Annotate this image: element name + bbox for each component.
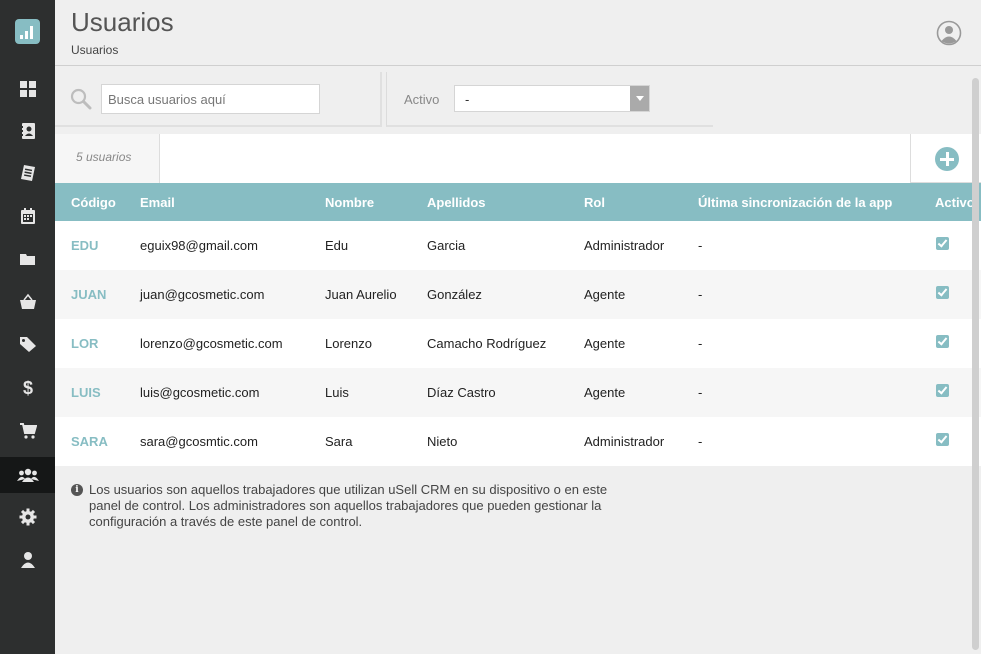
sidebar: $ bbox=[0, 0, 55, 654]
chevron-down-icon[interactable] bbox=[630, 86, 649, 111]
column-header-name[interactable]: Nombre bbox=[325, 195, 374, 210]
table-row[interactable]: LOR lorenzo@gcosmetic.com Lorenzo Camach… bbox=[55, 319, 981, 368]
sidebar-item-users[interactable] bbox=[0, 457, 55, 493]
folder-icon bbox=[19, 254, 35, 265]
active-filter-value: - bbox=[465, 92, 470, 107]
info-text: Los usuarios son aquellos trabajadores q… bbox=[89, 482, 608, 529]
add-user-button[interactable] bbox=[935, 147, 959, 171]
user-role: Administrador bbox=[584, 434, 665, 449]
sidebar-item-contacts[interactable] bbox=[0, 113, 55, 149]
breadcrumb[interactable]: Usuarios bbox=[71, 43, 118, 57]
active-checkbox[interactable] bbox=[936, 237, 949, 250]
active-filter-label: Activo bbox=[404, 92, 440, 107]
sidebar-item-settings[interactable] bbox=[0, 499, 55, 535]
table-header: Código Email Nombre Apellidos Rol Última… bbox=[55, 183, 981, 221]
tag-icon bbox=[19, 337, 36, 352]
user-surname: Camacho Rodríguez bbox=[427, 336, 547, 351]
column-header-role[interactable]: Rol bbox=[584, 195, 605, 210]
search-input[interactable] bbox=[101, 84, 320, 114]
user-code[interactable]: SARA bbox=[71, 434, 108, 449]
user-name: Sara bbox=[325, 434, 353, 449]
search-icon bbox=[70, 88, 92, 110]
sidebar-item-dashboard[interactable] bbox=[0, 71, 55, 107]
column-header-last-sync[interactable]: Última sincronización de la app bbox=[698, 195, 892, 210]
active-checkbox[interactable] bbox=[936, 433, 949, 446]
svg-text:$: $ bbox=[22, 378, 32, 396]
sidebar-item-profile[interactable] bbox=[0, 542, 55, 578]
sidebar-item-basket[interactable] bbox=[0, 284, 55, 320]
user-surname: Garcia bbox=[427, 238, 466, 253]
user-surname: González bbox=[427, 287, 482, 302]
active-filter-select[interactable]: - bbox=[454, 85, 650, 112]
user-count-label: 5 usuarios bbox=[76, 150, 132, 164]
user-email: eguix98@gmail.com bbox=[140, 238, 258, 253]
user-last-sync: - bbox=[698, 287, 703, 302]
cart-icon bbox=[19, 423, 37, 439]
column-header-code[interactable]: Código bbox=[71, 195, 116, 210]
user-last-sync: - bbox=[698, 434, 703, 449]
user-email: juan@gcosmetic.com bbox=[140, 287, 265, 302]
user-icon bbox=[20, 552, 35, 568]
user-surname: Díaz Castro bbox=[427, 385, 496, 400]
user-code[interactable]: LOR bbox=[71, 336, 98, 351]
table-row[interactable]: JUAN juan@gcosmetic.com Juan Aurelio Gon… bbox=[55, 270, 981, 319]
user-name: Juan Aurelio bbox=[325, 287, 397, 302]
table-row[interactable]: EDU eguix98@gmail.com Edu Garcia Adminis… bbox=[55, 221, 981, 270]
sidebar-item-calendar[interactable] bbox=[0, 198, 55, 234]
dashboard-icon bbox=[19, 81, 36, 97]
vertical-scrollbar[interactable] bbox=[972, 78, 979, 650]
active-checkbox[interactable] bbox=[936, 335, 949, 348]
user-role: Agente bbox=[584, 287, 626, 302]
user-last-sync: - bbox=[698, 238, 703, 253]
user-code[interactable]: JUAN bbox=[71, 287, 106, 302]
table-row[interactable]: SARA sara@gcosmtic.com Sara Nieto Admini… bbox=[55, 417, 981, 466]
page-header: Usuarios Usuarios bbox=[55, 0, 981, 66]
info-icon: i bbox=[71, 484, 83, 496]
user-email: sara@gcosmtic.com bbox=[140, 434, 258, 449]
user-role: Administrador bbox=[584, 238, 665, 253]
sidebar-item-finance[interactable]: $ bbox=[0, 369, 55, 405]
user-last-sync: - bbox=[698, 336, 703, 351]
sidebar-item-tags[interactable] bbox=[0, 326, 55, 362]
user-avatar-icon[interactable] bbox=[936, 20, 962, 46]
column-header-email[interactable]: Email bbox=[140, 195, 175, 210]
user-email: lorenzo@gcosmetic.com bbox=[140, 336, 283, 351]
users-icon bbox=[16, 468, 39, 482]
user-code[interactable]: EDU bbox=[71, 238, 98, 253]
sidebar-item-folder[interactable] bbox=[0, 241, 55, 277]
column-header-active[interactable]: Activo bbox=[935, 195, 975, 210]
search-filter-panel bbox=[55, 72, 382, 127]
sidebar-item-notes[interactable] bbox=[0, 155, 55, 191]
calendar-icon bbox=[20, 208, 35, 224]
user-last-sync: - bbox=[698, 385, 703, 400]
basket-icon bbox=[19, 293, 36, 309]
app-logo[interactable] bbox=[15, 19, 40, 44]
contacts-icon bbox=[19, 123, 35, 139]
user-email: luis@gcosmetic.com bbox=[140, 385, 260, 400]
user-role: Agente bbox=[584, 385, 626, 400]
page-title: Usuarios bbox=[71, 7, 174, 37]
notes-icon bbox=[20, 165, 35, 181]
active-checkbox[interactable] bbox=[936, 384, 949, 397]
list-toolbar: 5 usuarios bbox=[55, 134, 981, 183]
dollar-icon: $ bbox=[22, 378, 32, 396]
user-count-tab[interactable]: 5 usuarios bbox=[55, 134, 160, 183]
active-filter-panel: Activo - bbox=[386, 72, 713, 127]
users-table: Código Email Nombre Apellidos Rol Última… bbox=[55, 183, 981, 466]
user-code[interactable]: LUIS bbox=[71, 385, 101, 400]
add-user-panel bbox=[910, 134, 981, 183]
table-row[interactable]: LUIS luis@gcosmetic.com Luis Díaz Castro… bbox=[55, 368, 981, 417]
column-header-surname[interactable]: Apellidos bbox=[427, 195, 486, 210]
user-name: Luis bbox=[325, 385, 349, 400]
user-name: Edu bbox=[325, 238, 349, 253]
gear-icon bbox=[19, 508, 36, 526]
user-role: Agente bbox=[584, 336, 626, 351]
sidebar-item-orders[interactable] bbox=[0, 413, 55, 449]
user-name: Lorenzo bbox=[325, 336, 372, 351]
active-checkbox[interactable] bbox=[936, 286, 949, 299]
user-surname: Nieto bbox=[427, 434, 458, 449]
